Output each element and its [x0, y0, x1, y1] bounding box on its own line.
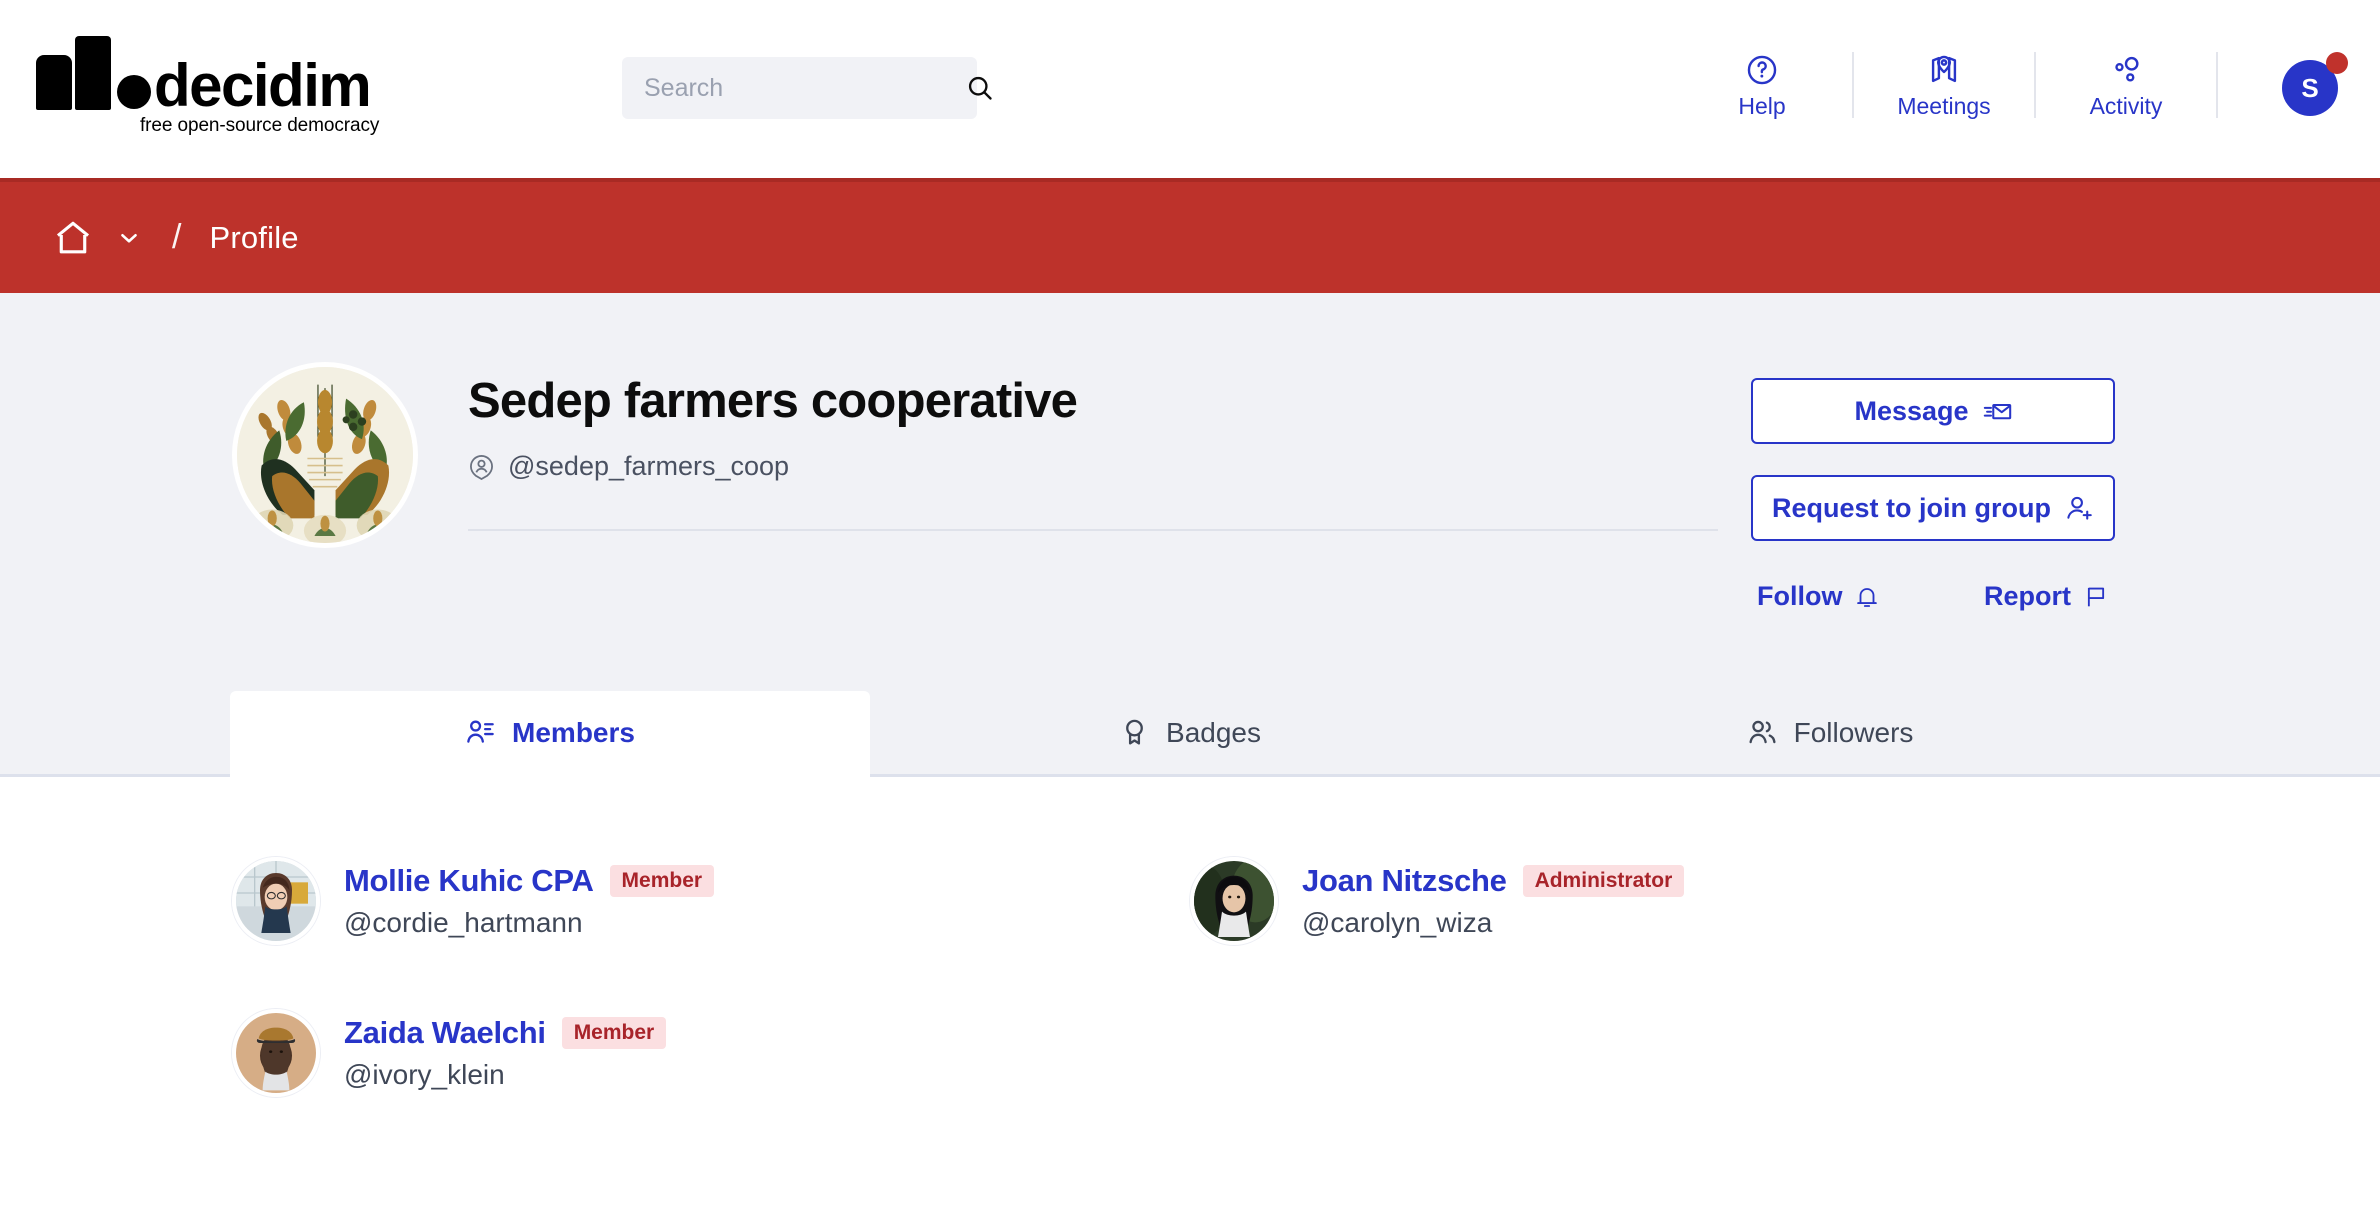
profile-avatar-illustration	[237, 367, 413, 543]
decidim-logo[interactable]: decidim free open-source democracy	[36, 36, 379, 137]
profile-nickname-row: @sedep_farmers_coop	[468, 451, 1718, 482]
profile-actions: Message Request to join group Follow Rep…	[1751, 378, 2115, 612]
member-name[interactable]: Mollie Kuhic CPA	[344, 863, 594, 899]
nav-item-meetings[interactable]: Meetings	[1884, 53, 2004, 118]
bell-icon	[1857, 587, 1878, 607]
logo-tagline: free open-source democracy	[140, 115, 380, 136]
follow-button[interactable]: Follow	[1757, 581, 1880, 612]
profile-divider	[468, 529, 1718, 531]
account-circle-icon	[470, 454, 493, 480]
member-info: Mollie Kuhic CPA Member @cordie_hartmann	[344, 863, 715, 939]
member-name-row: Mollie Kuhic CPA Member	[344, 863, 715, 899]
member-name-row: Zaida Waelchi Member	[344, 1015, 667, 1051]
nav-divider	[2034, 52, 2036, 118]
nav-divider	[2216, 52, 2218, 118]
members-icon	[467, 720, 494, 743]
tab-followers[interactable]: Followers	[1510, 691, 2150, 774]
logo-wordmark: decidim	[154, 52, 372, 119]
status-badge: Administrator	[1522, 865, 1685, 897]
help-circle-icon	[1747, 55, 1777, 84]
member-handle: @carolyn_wiza	[1302, 907, 1493, 938]
user-add-icon	[2067, 496, 2092, 520]
member-handle: @cordie_hartmann	[344, 907, 583, 938]
logo-bar-tall-icon	[75, 36, 111, 110]
tabs-right-spacer	[2150, 691, 2380, 774]
member-name[interactable]: Joan Nitzsche	[1302, 863, 1507, 899]
search-input[interactable]	[644, 73, 966, 103]
account-menu[interactable]: S	[2282, 52, 2348, 116]
tab-badges[interactable]: Badges	[870, 691, 1510, 774]
search-icon[interactable]	[966, 74, 994, 102]
search-box[interactable]	[622, 57, 992, 119]
tab-label-members: Members	[512, 716, 635, 748]
breadcrumb: / Profile	[0, 178, 2380, 293]
profile-avatar[interactable]	[232, 362, 418, 548]
breadcrumb-separator: /	[172, 218, 182, 256]
nav-item-activity[interactable]: Activity	[2066, 53, 2186, 118]
page-title: Sedep farmers cooperative	[468, 374, 1078, 428]
logo-row: decidim	[36, 36, 372, 116]
nav-divider	[1852, 52, 1854, 118]
activity-circles-icon	[2115, 56, 2139, 82]
message-button-label: Message	[1854, 395, 1969, 426]
request-to-join-group-button[interactable]: Request to join group	[1751, 475, 2115, 541]
follow-button-label: Follow	[1757, 581, 1843, 611]
member-avatar-photo	[236, 1013, 316, 1093]
avatar[interactable]	[232, 857, 320, 945]
list-item[interactable]: Zaida Waelchi Member @ivory_klein	[232, 1009, 1190, 1097]
top-header: decidim free open-source democracy Help	[0, 0, 2380, 178]
avatar[interactable]	[1190, 857, 1278, 945]
member-avatar-photo	[1194, 861, 1274, 941]
profile-tabs: Members Badges Followers	[0, 691, 2380, 777]
notification-dot-icon	[2326, 52, 2348, 74]
nav-label-help: Help	[1738, 92, 1786, 119]
home-icon[interactable]	[52, 217, 94, 259]
profile-info: Sedep farmers cooperative @sedep_farmers…	[468, 374, 1718, 482]
list-item[interactable]: Mollie Kuhic CPA Member @cordie_hartmann	[232, 857, 1190, 945]
member-avatar-photo	[236, 861, 316, 941]
badge-medal-icon	[1126, 719, 1143, 745]
followers-icon	[1749, 720, 1776, 744]
tab-label-followers: Followers	[1793, 716, 1914, 748]
join-button-label: Request to join group	[1772, 492, 2051, 523]
tabs-left-spacer	[0, 691, 230, 774]
status-badge: Member	[561, 1017, 667, 1049]
tab-label-badges: Badges	[1166, 716, 1261, 748]
flag-icon	[2087, 587, 2105, 606]
list-item[interactable]: Joan Nitzsche Administrator @carolyn_wiz…	[1190, 857, 2148, 945]
chevron-down-icon[interactable]	[116, 225, 142, 251]
nav-label-meetings: Meetings	[1897, 92, 1991, 119]
member-name-row: Joan Nitzsche Administrator	[1302, 863, 1685, 899]
member-handle: @ivory_klein	[344, 1059, 505, 1090]
tab-members[interactable]: Members	[230, 691, 870, 777]
logo-dot-icon	[117, 75, 151, 109]
profile-nickname: @sedep_farmers_coop	[508, 450, 790, 481]
profile-secondary-actions: Follow Report	[1751, 581, 2115, 612]
logo-bar-short-icon	[36, 55, 72, 110]
map-pin-icon	[1931, 55, 1957, 82]
nav-item-help[interactable]: Help	[1702, 53, 1822, 118]
message-button[interactable]: Message	[1751, 378, 2115, 444]
report-button[interactable]: Report	[1984, 581, 2109, 612]
members-list: Mollie Kuhic CPA Member @cordie_hartmann…	[0, 777, 2380, 1161]
report-button-label: Report	[1984, 581, 2071, 611]
mail-send-icon	[1983, 403, 2011, 419]
breadcrumb-current: Profile	[209, 219, 299, 255]
header-nav: Help Meetings Activity S	[1702, 40, 2348, 130]
member-name[interactable]: Zaida Waelchi	[344, 1015, 546, 1051]
avatar[interactable]	[232, 1009, 320, 1097]
profile-hero: Sedep farmers cooperative @sedep_farmers…	[0, 293, 2380, 691]
nav-label-activity: Activity	[2089, 92, 2163, 119]
status-badge: Member	[609, 865, 715, 897]
member-info: Joan Nitzsche Administrator @carolyn_wiz…	[1302, 863, 1685, 939]
member-info: Zaida Waelchi Member @ivory_klein	[344, 1015, 667, 1091]
